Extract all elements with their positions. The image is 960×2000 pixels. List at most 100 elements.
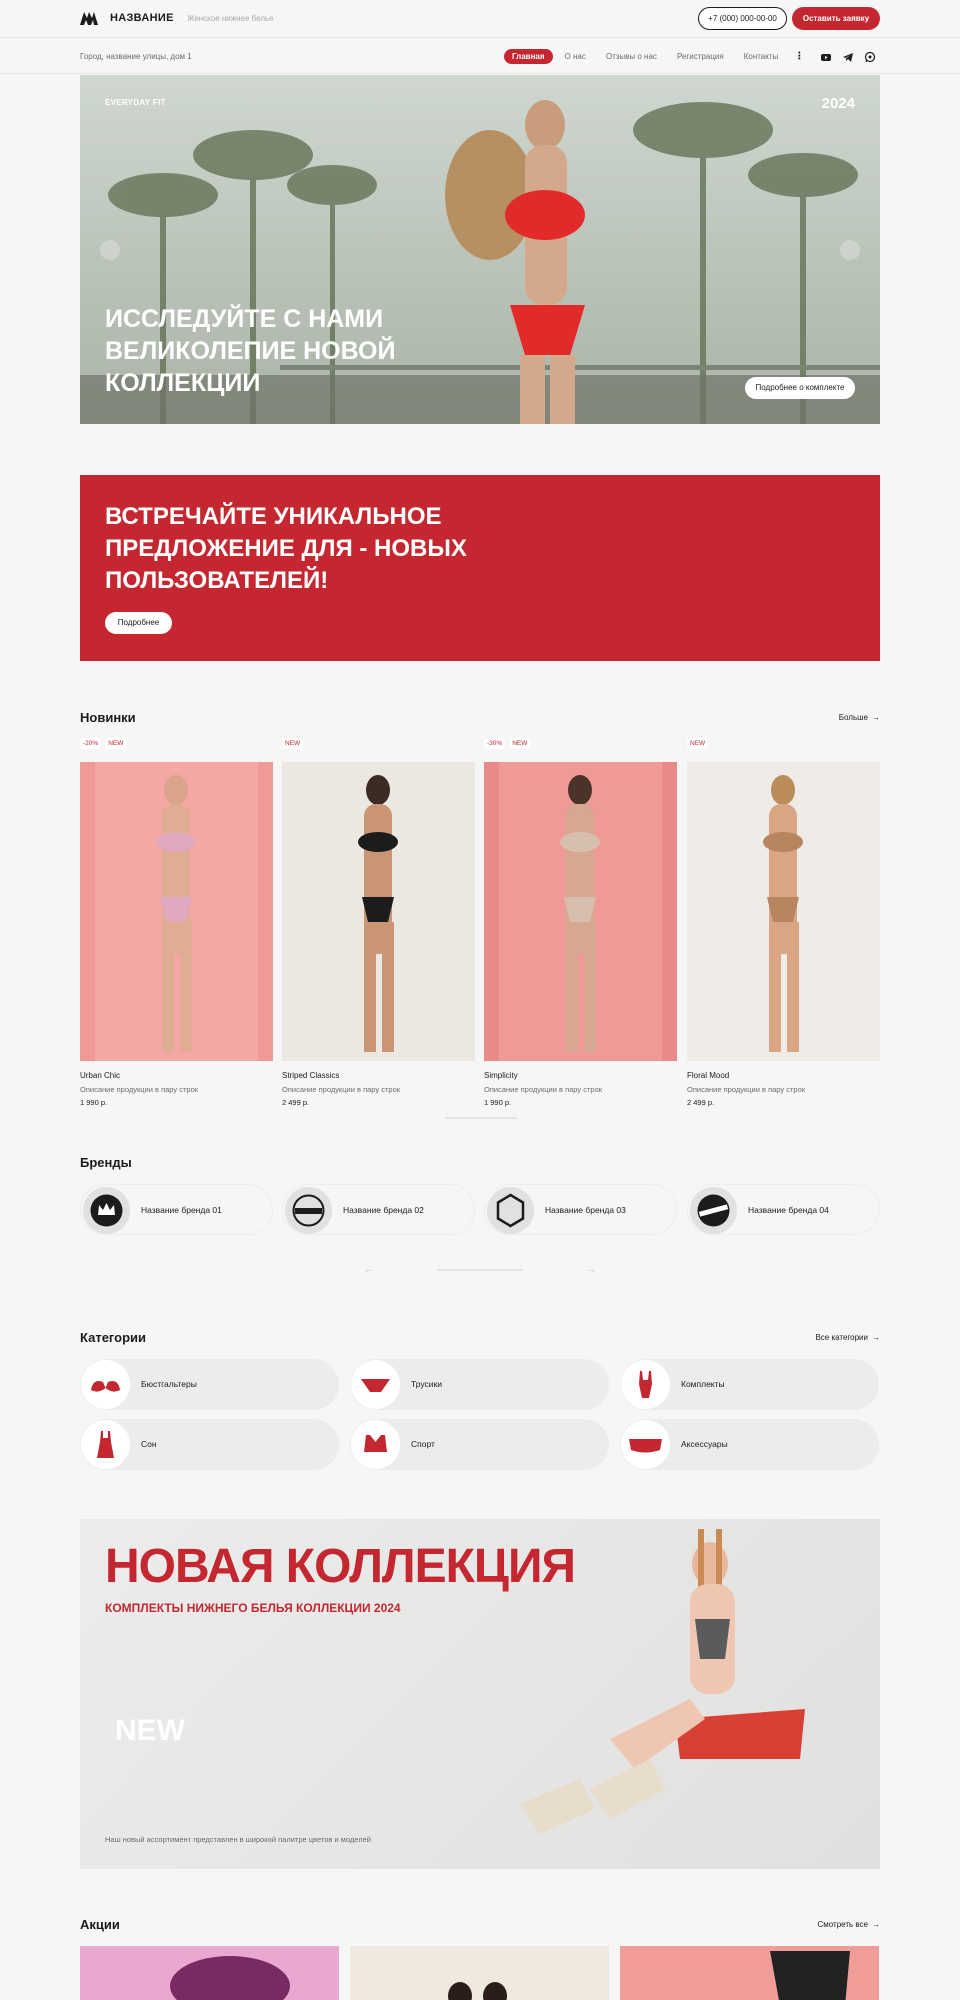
panties-icon: [351, 1360, 400, 1409]
product-name[interactable]: Floral Mood: [687, 1071, 729, 1080]
whatsapp-icon[interactable]: [864, 51, 876, 63]
category-sport[interactable]: Спорт: [350, 1419, 609, 1470]
hero-tag: EVERYDAY FIT: [105, 98, 166, 107]
promo-details-button[interactable]: Подробнее: [105, 612, 172, 634]
more-label: Больше: [838, 713, 868, 722]
arrow-right-icon: →: [872, 713, 880, 722]
request-button[interactable]: Оставить заявку: [792, 7, 880, 30]
category-accessories[interactable]: Аксессуары: [620, 1419, 879, 1470]
new-items-title: Новинки: [80, 710, 136, 725]
nav-item-contacts[interactable]: Контакты: [736, 49, 787, 64]
product-description: Описание продукции в пару строк: [484, 1085, 603, 1094]
sale-image: [170, 1956, 290, 2000]
sport-top-icon: [351, 1420, 400, 1469]
sales-title: Акции: [80, 1917, 120, 1932]
product-price: 1 990 р.: [80, 1098, 108, 1107]
address-text: Город, название улицы, дом 1: [80, 52, 192, 61]
collection-new-label: NEW: [115, 1714, 185, 1747]
bra-icon: [81, 1360, 130, 1409]
sale-card[interactable]: [620, 1946, 879, 2000]
hero-year: 2024: [821, 95, 855, 112]
bodysuit-icon: [621, 1360, 670, 1409]
brands-next-arrow-icon[interactable]: →: [587, 1264, 596, 1274]
category-name: Комплекты: [681, 1379, 725, 1389]
logo-text[interactable]: НАЗВАНИЕ: [110, 12, 174, 24]
category-bras[interactable]: Бюстгальтеры: [80, 1359, 339, 1410]
new-badge: NEW: [105, 738, 127, 749]
all-categories-label: Все категории: [815, 1333, 868, 1342]
sub-header: Город, название улицы, дом 1 Главная О н…: [0, 38, 960, 74]
brand-card[interactable]: Название бренда 02: [282, 1184, 475, 1235]
category-panties[interactable]: Трусики: [350, 1359, 609, 1410]
arrow-right-icon: →: [872, 1333, 880, 1342]
category-sleep[interactable]: Сон: [80, 1419, 339, 1470]
new-badge: NEW: [282, 738, 304, 749]
carousel-pagination[interactable]: [445, 1117, 517, 1119]
product-image[interactable]: [484, 762, 677, 1061]
sale-card[interactable]: [350, 1946, 609, 2000]
product-name[interactable]: Simplicity: [484, 1071, 518, 1080]
brand-card[interactable]: Название бренда 04: [687, 1184, 880, 1235]
new-items-more-link[interactable]: Больше →: [839, 713, 880, 722]
collection-title: НОВАЯ КОЛЛЕКЦИЯ: [105, 1540, 576, 1593]
category-name: Сон: [141, 1439, 157, 1449]
crown-icon: [83, 1187, 130, 1234]
collection-banner[interactable]: НОВАЯ КОЛЛЕКЦИЯ КОМПЛЕКТЫ НИЖНЕГО БЕЛЬЯ …: [80, 1519, 880, 1869]
nav-item-register[interactable]: Регистрация: [669, 49, 732, 64]
all-categories-link[interactable]: Все категории →: [815, 1333, 880, 1342]
hero-title: ИССЛЕДУЙТЕ С НАМИ ВЕЛИКОЛЕПИЕ НОВОЙ КОЛЛ…: [105, 305, 396, 397]
brands-pagination[interactable]: [437, 1269, 523, 1271]
telegram-icon[interactable]: [842, 51, 854, 63]
product-image[interactable]: [80, 762, 273, 1061]
more-menu-icon[interactable]: ⋮: [794, 51, 804, 62]
nav-item-home[interactable]: Главная: [504, 49, 553, 64]
new-badge: NEW: [509, 738, 531, 749]
sales-view-all-link[interactable]: Смотреть все →: [817, 1920, 880, 1929]
product-name[interactable]: Striped Classics: [282, 1071, 339, 1080]
brand-card[interactable]: Название бренда 03: [484, 1184, 677, 1235]
categories-title: Категории: [80, 1330, 147, 1345]
product-price: 2 499 р.: [282, 1098, 310, 1107]
arrow-right-icon: →: [872, 1920, 880, 1929]
main-nav: Главная О нас Отзывы о нас Регистрация К…: [504, 49, 804, 64]
view-all-label: Смотреть все: [817, 1920, 868, 1929]
product-description: Описание продукции в пару строк: [687, 1085, 806, 1094]
category-name: Трусики: [411, 1379, 442, 1389]
hero-next-arrow-icon[interactable]: [840, 240, 860, 260]
sale-card[interactable]: [80, 1946, 339, 2000]
nightgown-icon: [81, 1420, 130, 1469]
product-description: Описание продукции в пару строк: [282, 1085, 401, 1094]
hero-prev-arrow-icon[interactable]: [100, 240, 120, 260]
logo-subtitle: Женское нижнее белье: [187, 14, 274, 23]
category-name: Аксессуары: [681, 1439, 728, 1449]
circle-stripe-icon: [690, 1187, 737, 1234]
brands-prev-arrow-icon[interactable]: ←: [364, 1264, 373, 1274]
hero-details-button[interactable]: Подробнее о комплекте: [745, 377, 855, 399]
discount-badge: -20%: [80, 738, 102, 749]
product-description: Описание продукции в пару строк: [80, 1085, 199, 1094]
youtube-icon[interactable]: [820, 51, 832, 63]
brand-name: Название бренда 04: [748, 1205, 829, 1215]
nav-item-about[interactable]: О нас: [557, 49, 594, 64]
category-sets[interactable]: Комплекты: [620, 1359, 879, 1410]
logo-icon[interactable]: [80, 12, 98, 25]
product-price: 2 499 р.: [687, 1098, 715, 1107]
product-image[interactable]: [687, 762, 880, 1061]
promo-title: ВСТРЕЧАЙТЕ УНИКАЛЬНОЕ ПРЕДЛОЖЕНИЕ ДЛЯ - …: [105, 503, 467, 594]
hexagon-icon: [487, 1187, 534, 1234]
authentic-badge-icon: [285, 1187, 332, 1234]
product-name[interactable]: Urban Chic: [80, 1071, 120, 1080]
brand-name: Название бренда 03: [545, 1205, 626, 1215]
garter-icon: [621, 1420, 670, 1469]
hero-banner: EVERYDAY FIT 2024 ИССЛЕДУЙТЕ С НАМИ ВЕЛИ…: [80, 75, 880, 424]
collection-subtitle: КОМПЛЕКТЫ НИЖНЕГО БЕЛЬЯ КОЛЛЕКЦИИ 2024: [105, 1601, 401, 1615]
category-name: Спорт: [411, 1439, 435, 1449]
nav-item-reviews[interactable]: Отзывы о нас: [598, 49, 665, 64]
phone-button[interactable]: +7 (000) 000-00-00: [698, 7, 787, 30]
top-header: НАЗВАНИЕ Женское нижнее белье +7 (000) 0…: [0, 0, 960, 38]
product-price: 1 990 р.: [484, 1098, 512, 1107]
category-name: Бюстгальтеры: [141, 1379, 197, 1389]
collection-note: Наш новый ассортимент представлен в широ…: [105, 1835, 371, 1844]
product-image[interactable]: [282, 762, 475, 1061]
brand-card[interactable]: Название бренда 01: [80, 1184, 273, 1235]
